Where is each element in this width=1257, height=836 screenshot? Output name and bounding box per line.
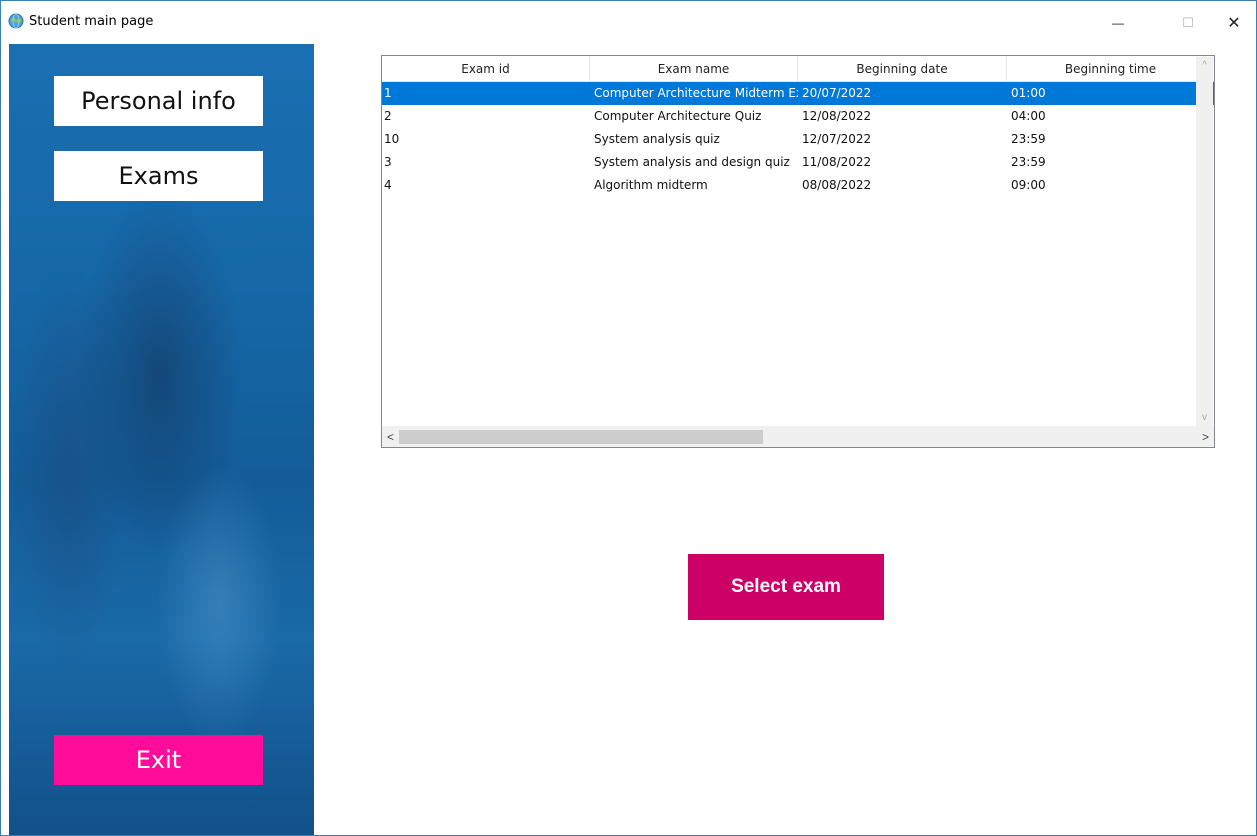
maximize-button[interactable]: ☐ [1165, 1, 1211, 44]
title-bar: Student main page — ☐ ✕ [1, 1, 1256, 44]
table-body: 1 Computer Architecture Midterm Exa 20/0… [382, 82, 1214, 424]
table-header: Exam id Exam name Beginning date Beginni… [382, 56, 1214, 82]
close-icon: ✕ [1227, 14, 1241, 32]
cell-beginning-time: 04:00 [1011, 109, 1046, 123]
column-header-exam-name[interactable]: Exam name [590, 56, 798, 82]
cell-exam-name: Computer Architecture Quiz [594, 109, 762, 123]
cell-beginning-date: 12/07/2022 [802, 132, 872, 146]
horizontal-scrollbar[interactable]: < > [382, 426, 1214, 447]
cell-exam-id: 2 [384, 109, 392, 123]
minimize-icon: — [1112, 15, 1124, 30]
app-window: Student main page — ☐ ✕ Personal info Ex… [0, 0, 1257, 836]
cell-exam-name: System analysis quiz [594, 132, 720, 146]
cell-beginning-date: 11/08/2022 [802, 155, 872, 169]
sidebar: Personal info Exams Exit [9, 44, 314, 835]
select-exam-button[interactable]: Select exam [688, 554, 884, 620]
scroll-up-icon[interactable]: ^ [1196, 57, 1213, 74]
cell-beginning-date: 20/07/2022 [802, 86, 872, 100]
scroll-down-icon[interactable]: v [1196, 409, 1213, 426]
table-row[interactable]: 3 System analysis and design quiz 11/08/… [382, 151, 1214, 174]
cell-beginning-date: 12/08/2022 [802, 109, 872, 123]
cell-exam-id: 1 [384, 86, 392, 100]
cell-exam-id: 4 [384, 178, 392, 192]
cell-exam-id: 3 [384, 155, 392, 169]
minimize-button[interactable]: — [1095, 1, 1141, 44]
globe-icon [8, 13, 24, 29]
scroll-right-icon[interactable]: > [1197, 426, 1214, 447]
personal-info-button[interactable]: Personal info [54, 76, 263, 126]
table-row[interactable]: 10 System analysis quiz 12/07/2022 23:59 [382, 128, 1214, 151]
cell-beginning-time: 23:59 [1011, 155, 1046, 169]
table-row[interactable]: 4 Algorithm midterm 08/08/2022 09:00 [382, 174, 1214, 197]
column-header-beginning-time[interactable]: Beginning time [1007, 56, 1214, 82]
exams-button[interactable]: Exams [54, 151, 263, 201]
cell-exam-name: Algorithm midterm [594, 178, 708, 192]
table-row[interactable]: 1 Computer Architecture Midterm Exa 20/0… [382, 82, 1214, 105]
window-title: Student main page [29, 14, 154, 29]
close-button[interactable]: ✕ [1211, 1, 1256, 44]
exit-button[interactable]: Exit [54, 735, 263, 785]
cell-beginning-time: 23:59 [1011, 132, 1046, 146]
column-header-exam-id[interactable]: Exam id [382, 56, 590, 82]
column-header-beginning-date[interactable]: Beginning date [798, 56, 1007, 82]
table-row[interactable]: 2 Computer Architecture Quiz 12/08/2022 … [382, 105, 1214, 128]
maximize-icon: ☐ [1182, 14, 1194, 30]
horizontal-scroll-thumb[interactable] [399, 430, 763, 444]
cell-exam-id: 10 [384, 132, 400, 146]
scroll-left-icon[interactable]: < [382, 426, 399, 447]
vertical-scrollbar[interactable]: ^ v [1196, 57, 1213, 426]
exam-table[interactable]: Exam id Exam name Beginning date Beginni… [381, 55, 1215, 448]
cell-beginning-time: 01:00 [1011, 86, 1046, 100]
cell-beginning-time: 09:00 [1011, 178, 1046, 192]
cell-beginning-date: 08/08/2022 [802, 178, 872, 192]
cell-exam-name: Computer Architecture Midterm Exa [594, 86, 798, 100]
cell-exam-name: System analysis and design quiz [594, 155, 790, 169]
